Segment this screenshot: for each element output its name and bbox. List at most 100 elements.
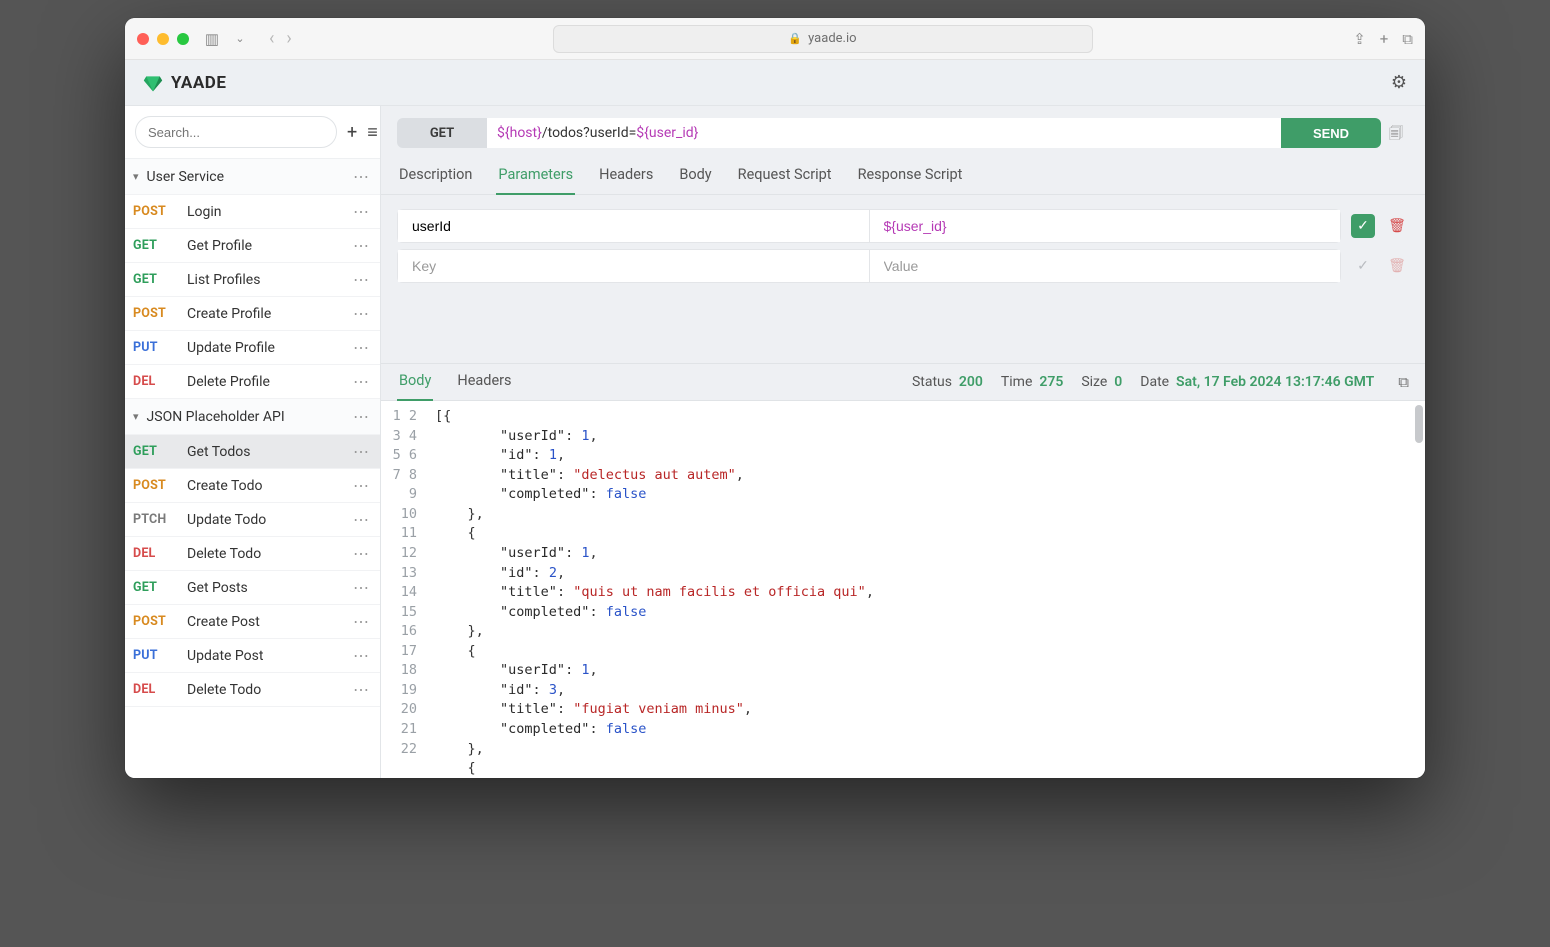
request-method: POST [133,478,177,493]
request-menu-button[interactable]: ⋯ [353,202,370,221]
request-item[interactable]: GETGet Profile⋯ [125,229,380,263]
request-item[interactable]: POSTCreate Post⋯ [125,605,380,639]
size-value: 0 [1114,374,1122,390]
request-item[interactable]: POSTCreate Todo⋯ [125,469,380,503]
request-menu-button[interactable]: ⋯ [353,442,370,461]
param-delete-button[interactable]: 🗑 [1385,254,1409,278]
request-method: PUT [133,648,177,663]
param-key-input[interactable] [398,250,869,282]
collection-menu-button[interactable]: ⋯ [353,167,370,186]
app-window: ▥ ⌄ ‹ › 🔒 yaade.io ⇪ + ⧉ YAADE ⚙ + [125,18,1425,778]
param-enable-toggle[interactable]: ✓ [1351,214,1375,238]
request-name: Update Profile [187,340,275,356]
method-select[interactable]: GET [397,118,487,148]
response-tab-headers[interactable]: Headers [455,364,513,400]
response-code: [{ "userId": 1, "id": 1, "title": "delec… [425,401,1425,778]
request-menu-button[interactable]: ⋯ [353,304,370,323]
request-item[interactable]: PUTUpdate Post⋯ [125,639,380,673]
tab-parameters[interactable]: Parameters [496,158,575,195]
add-button[interactable]: + [347,120,357,144]
response-tabs: Body Headers [397,364,514,400]
sidebar-toggle-icon[interactable]: ▥ [201,30,223,48]
request-menu-button[interactable]: ⋯ [353,476,370,495]
request-item[interactable]: POST Login ⋯ [125,195,380,229]
request-method: POST [133,204,177,219]
forward-button[interactable]: › [286,28,291,49]
param-row: ✓🗑 [397,249,1409,283]
collection-header[interactable]: ▾ User Service ⋯ [125,159,380,195]
response-tab-body[interactable]: Body [397,364,433,401]
collection-header[interactable]: ▾JSON Placeholder API⋯ [125,399,380,435]
request-name: List Profiles [187,272,260,288]
request-item[interactable]: PUTUpdate Profile⋯ [125,331,380,365]
request-menu-button[interactable]: ⋯ [353,510,370,529]
request-method: POST [133,306,177,321]
main-pane: GET ${host} /todos?userId= ${user_id} SE… [381,106,1425,778]
request-item[interactable]: PTCHUpdate Todo⋯ [125,503,380,537]
request-menu-button[interactable]: ⋯ [353,338,370,357]
chevron-down-icon[interactable]: ⌄ [229,32,251,45]
tab-response-script[interactable]: Response Script [856,158,965,194]
request-item[interactable]: DEL Delete Todo ⋯ [125,673,380,707]
request-item[interactable]: GETGet Posts⋯ [125,571,380,605]
lock-icon: 🔒 [788,32,802,45]
new-tab-icon[interactable]: + [1380,30,1389,48]
save-icon[interactable]: 🗐 [1389,123,1409,143]
request-name: Create Profile [187,306,271,322]
url-input[interactable]: ${host} /todos?userId= ${user_id} [487,118,1281,148]
collection-name: User Service [147,169,225,185]
request-menu-button[interactable]: ⋯ [353,372,370,391]
brand: YAADE [143,73,226,93]
sidebar-top: + ≡ [125,106,380,159]
request-item[interactable]: GETGet Todos⋯ [125,435,380,469]
url-path: /todos?userId= [542,125,636,141]
tab-description[interactable]: Description [397,158,474,194]
scrollbar-thumb[interactable] [1415,405,1423,443]
param-key-input[interactable] [398,210,869,242]
param-value-input[interactable] [870,210,1341,242]
browser-titlebar: ▥ ⌄ ‹ › 🔒 yaade.io ⇪ + ⧉ [125,18,1425,60]
request-menu-button[interactable]: ⋯ [353,578,370,597]
menu-button[interactable]: ≡ [367,120,378,144]
request-method: DEL [133,682,177,697]
sidebar-list[interactable]: ▾User Service⋯POSTLogin⋯GETGet Profile⋯G… [125,159,380,778]
request-name: Delete Todo [187,682,261,698]
zoom-window-button[interactable] [177,33,189,45]
request-name: Create Post [187,614,260,630]
params-editor: ✓🗑✓🗑 [381,195,1425,303]
back-button[interactable]: ‹ [269,28,274,49]
tab-request-script[interactable]: Request Script [736,158,834,194]
close-window-button[interactable] [137,33,149,45]
copy-response-button[interactable]: ⧉ [1398,373,1409,391]
param-value-input[interactable] [870,250,1341,282]
sidebar: + ≡ ▾User Service⋯POSTLogin⋯GETGet Profi… [125,106,381,778]
tabs-icon[interactable]: ⧉ [1402,30,1413,48]
share-icon[interactable]: ⇪ [1353,30,1366,48]
minimize-window-button[interactable] [157,33,169,45]
request-menu-button[interactable]: ⋯ [353,236,370,255]
request-menu-button[interactable]: ⋯ [353,544,370,563]
request-item[interactable]: POST Create Profile ⋯ [125,297,380,331]
request-menu-button[interactable]: ⋯ [353,270,370,289]
request-item[interactable]: GETList Profiles⋯ [125,263,380,297]
request-item[interactable]: DELDelete Profile⋯ [125,365,380,399]
collection-menu-button[interactable]: ⋯ [353,407,370,426]
tab-headers[interactable]: Headers [597,158,655,194]
response-body-editor[interactable]: 1 2 3 4 5 6 7 8 9 10 11 12 13 14 15 16 1… [381,401,1425,778]
send-button[interactable]: SEND [1281,118,1381,148]
chevron-down-icon: ▾ [133,170,139,183]
logo-icon [143,73,163,93]
request-menu-button[interactable]: ⋯ [353,680,370,699]
request-item[interactable]: DELDelete Todo⋯ [125,537,380,571]
settings-button[interactable]: ⚙ [1391,72,1407,93]
request-menu-button[interactable]: ⋯ [353,646,370,665]
request-method: GET [133,238,177,253]
address-bar[interactable]: 🔒 yaade.io [553,25,1093,53]
request-menu-button[interactable]: ⋯ [353,612,370,631]
param-enable-toggle[interactable]: ✓ [1351,254,1375,278]
date-value: Sat, 17 Feb 2024 13:17:46 GMT [1176,374,1374,390]
tab-body[interactable]: Body [677,158,713,194]
search-input[interactable] [135,116,337,148]
request-name: Login [187,204,222,220]
param-delete-button[interactable]: 🗑 [1385,214,1409,238]
